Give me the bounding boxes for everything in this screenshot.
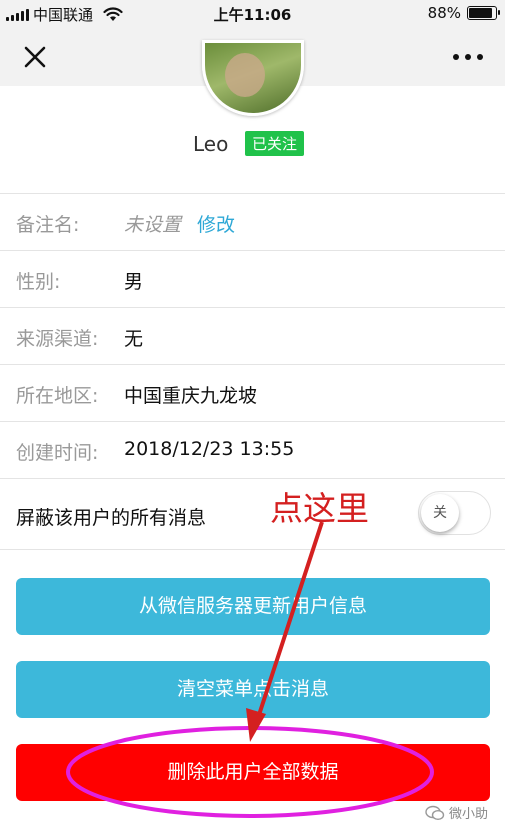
block-messages-toggle[interactable]: 关 [418, 491, 491, 535]
more-icon[interactable] [451, 42, 485, 72]
info-row-created: 创建时间: 2018/12/23 13:55 [0, 421, 505, 478]
status-bar: 中国联通 上午11:06 88% [0, 0, 505, 26]
region-value: 中国重庆九龙坡 [124, 385, 258, 407]
refresh-user-info-button[interactable]: 从微信服务器更新用户信息 [16, 578, 490, 635]
delete-user-data-button[interactable]: 删除此用户全部数据 [16, 744, 490, 801]
remark-label: 备注名: [16, 214, 80, 236]
created-value: 2018/12/23 13:55 [124, 438, 295, 460]
watermark: 微小助 [425, 803, 488, 822]
region-label: 所在地区: [16, 385, 99, 407]
clear-menu-messages-button[interactable]: 清空菜单点击消息 [16, 661, 490, 718]
gender-label: 性别: [16, 271, 61, 293]
source-value: 无 [124, 328, 144, 350]
toggle-knob: 关 [421, 494, 459, 532]
wechat-icon [425, 805, 445, 820]
avatar [202, 40, 304, 116]
info-row-remark: 备注名: 未设置 修改 [0, 193, 505, 250]
profile-name: Leo [193, 132, 229, 156]
status-right: 88% [427, 4, 500, 22]
battery-percent: 88% [427, 4, 461, 22]
gender-value: 男 [124, 271, 144, 293]
created-label: 创建时间: [16, 442, 99, 464]
edit-remark-link[interactable]: 修改 [197, 210, 235, 237]
info-row-region: 所在地区: 中国重庆九龙坡 [0, 364, 505, 421]
follow-status-badge: 已关注 [245, 131, 305, 156]
info-row-source: 来源渠道: 无 [0, 307, 505, 364]
source-label: 来源渠道: [16, 328, 99, 350]
battery-icon [467, 6, 500, 20]
remark-value: 未设置 [124, 214, 182, 236]
annotation-text: 点这里 [270, 489, 369, 528]
watermark-text: 微小助 [449, 807, 489, 822]
info-row-gender: 性别: 男 [0, 250, 505, 307]
block-messages-label: 屏蔽该用户的所有消息 [16, 507, 207, 529]
block-messages-row: 屏蔽该用户的所有消息 关 [0, 478, 505, 550]
battery-fill [469, 8, 492, 18]
